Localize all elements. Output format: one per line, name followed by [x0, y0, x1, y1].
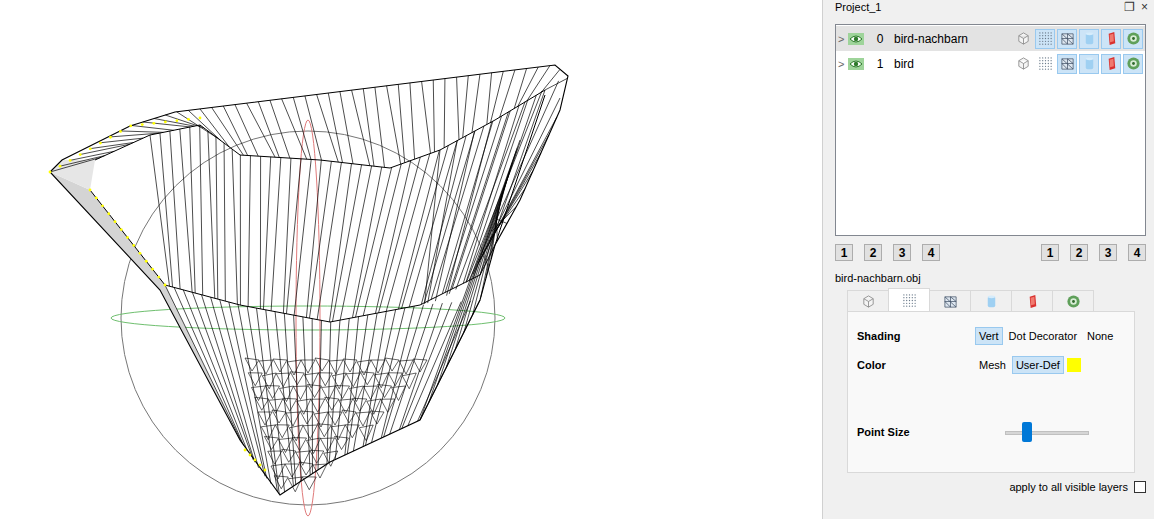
render-mode-toggle[interactable]	[1057, 54, 1077, 74]
layer-name[interactable]: bird	[894, 57, 986, 71]
render-mode-toggle[interactable]	[1013, 54, 1033, 74]
expand-arrow[interactable]: >	[838, 33, 848, 45]
layer-row[interactable]: > 1 bird	[836, 51, 1145, 76]
point-size-row: Point Size	[857, 422, 1134, 442]
eye-icon	[848, 33, 864, 45]
apply-all-row: apply to all visible layers	[835, 481, 1146, 493]
layer-name[interactable]: bird-nachbarn	[894, 32, 986, 46]
render-mode-toggle[interactable]	[1101, 29, 1121, 49]
render-mode-toggle[interactable]	[1079, 29, 1099, 49]
texture-icon	[1126, 56, 1141, 71]
apply-all-label: apply to all visible layers	[1009, 481, 1128, 493]
points-icon	[1038, 31, 1053, 46]
render-mode-toggle[interactable]	[1079, 54, 1099, 74]
color-row: Color MeshUser-Def	[857, 355, 1134, 374]
smooth-icon	[1082, 56, 1097, 71]
render-mode-toggle[interactable]	[1035, 29, 1055, 49]
eye-icon	[848, 58, 864, 70]
window-control-button[interactable]: ❐	[1124, 0, 1135, 14]
decorator-tab[interactable]	[970, 290, 1012, 311]
properties-title: bird-nachbarn.obj	[835, 272, 1146, 284]
texture-icon	[1066, 294, 1081, 309]
point-size-slider[interactable]	[1005, 422, 1089, 442]
texture-icon	[1126, 31, 1141, 46]
layer-list: > 0 bird-nachbarn > 1 bird	[835, 24, 1146, 236]
tool-icon	[1025, 294, 1040, 309]
tool-icon	[1104, 56, 1119, 71]
slider-thumb[interactable]	[1022, 422, 1032, 442]
decorator-tabs	[847, 290, 1146, 311]
smooth-icon	[1082, 31, 1097, 46]
panel-titlebar: Project_1 ❐ ×	[829, 0, 1154, 14]
mesh-canvas[interactable]	[0, 0, 822, 519]
layer-set-buttons: 1234 1234	[835, 244, 1146, 261]
render-mode-toggle[interactable]	[1057, 29, 1077, 49]
visibility-toggle[interactable]	[848, 32, 866, 46]
apply-all-checkbox[interactable]	[1134, 481, 1146, 493]
selected-points	[49, 117, 267, 472]
color-option[interactable]: User-Def	[1012, 356, 1064, 374]
shading-option[interactable]: None	[1083, 327, 1117, 345]
decorator-tab[interactable]	[888, 288, 930, 311]
layer-index: 1	[866, 57, 894, 71]
box-icon	[861, 294, 876, 309]
project-panel: Project_1 ❐× > 0 bird-nachbarn > 1 bird …	[822, 0, 1154, 519]
decorator-tab[interactable]	[1052, 290, 1094, 311]
layer-set-button[interactable]: 2	[864, 244, 882, 261]
layer-set-button[interactable]: 3	[1099, 244, 1117, 261]
tab-content: Shading VertDot DecoratorNone Color Mesh…	[847, 311, 1135, 473]
wire-icon	[1060, 56, 1075, 71]
points-icon	[902, 293, 917, 308]
shading-label: Shading	[857, 330, 975, 342]
shading-option[interactable]: Dot Decorator	[1005, 327, 1081, 345]
wire-icon	[1060, 31, 1075, 46]
shading-row: Shading VertDot DecoratorNone	[857, 326, 1134, 345]
render-mode-toggle[interactable]	[1101, 54, 1121, 74]
layer-row[interactable]: > 0 bird-nachbarn	[836, 26, 1145, 51]
window-control-button[interactable]: ×	[1141, 0, 1148, 14]
tool-icon	[1104, 31, 1119, 46]
decorator-tab[interactable]	[929, 290, 971, 311]
points-icon	[1038, 56, 1053, 71]
properties-group: bird-nachbarn.obj Shading VertDot Decora…	[835, 272, 1146, 493]
render-mode-toggle[interactable]	[1123, 29, 1143, 49]
color-swatch[interactable]	[1067, 358, 1081, 372]
shading-option[interactable]: Vert	[975, 327, 1003, 345]
point-size-label: Point Size	[857, 426, 975, 438]
color-option[interactable]: Mesh	[975, 356, 1010, 374]
smooth-icon	[984, 294, 999, 309]
box-icon	[1016, 31, 1031, 46]
layer-set-button[interactable]: 1	[835, 244, 853, 261]
box-icon	[1016, 56, 1031, 71]
layer-set-button[interactable]: 4	[1128, 244, 1146, 261]
panel-title: Project_1	[835, 1, 881, 13]
3d-viewport[interactable]	[0, 0, 822, 519]
layer-set-button[interactable]: 3	[893, 244, 911, 261]
visibility-toggle[interactable]	[848, 57, 866, 71]
expand-arrow[interactable]: >	[838, 58, 848, 70]
layer-set-button[interactable]: 1	[1041, 244, 1059, 261]
color-label: Color	[857, 359, 975, 371]
decorator-tab[interactable]	[1011, 290, 1053, 311]
render-mode-toggle[interactable]	[1013, 29, 1033, 49]
layer-set-button[interactable]: 2	[1070, 244, 1088, 261]
render-mode-toggle[interactable]	[1035, 54, 1055, 74]
layer-set-button[interactable]: 4	[922, 244, 940, 261]
layer-index: 0	[866, 32, 894, 46]
decorator-tab[interactable]	[847, 290, 889, 311]
meshlab-window: Project_1 ❐× > 0 bird-nachbarn > 1 bird …	[0, 0, 1154, 519]
mesh-wireframe	[50, 65, 568, 495]
render-mode-toggle[interactable]	[1123, 54, 1143, 74]
wire-icon	[943, 294, 958, 309]
